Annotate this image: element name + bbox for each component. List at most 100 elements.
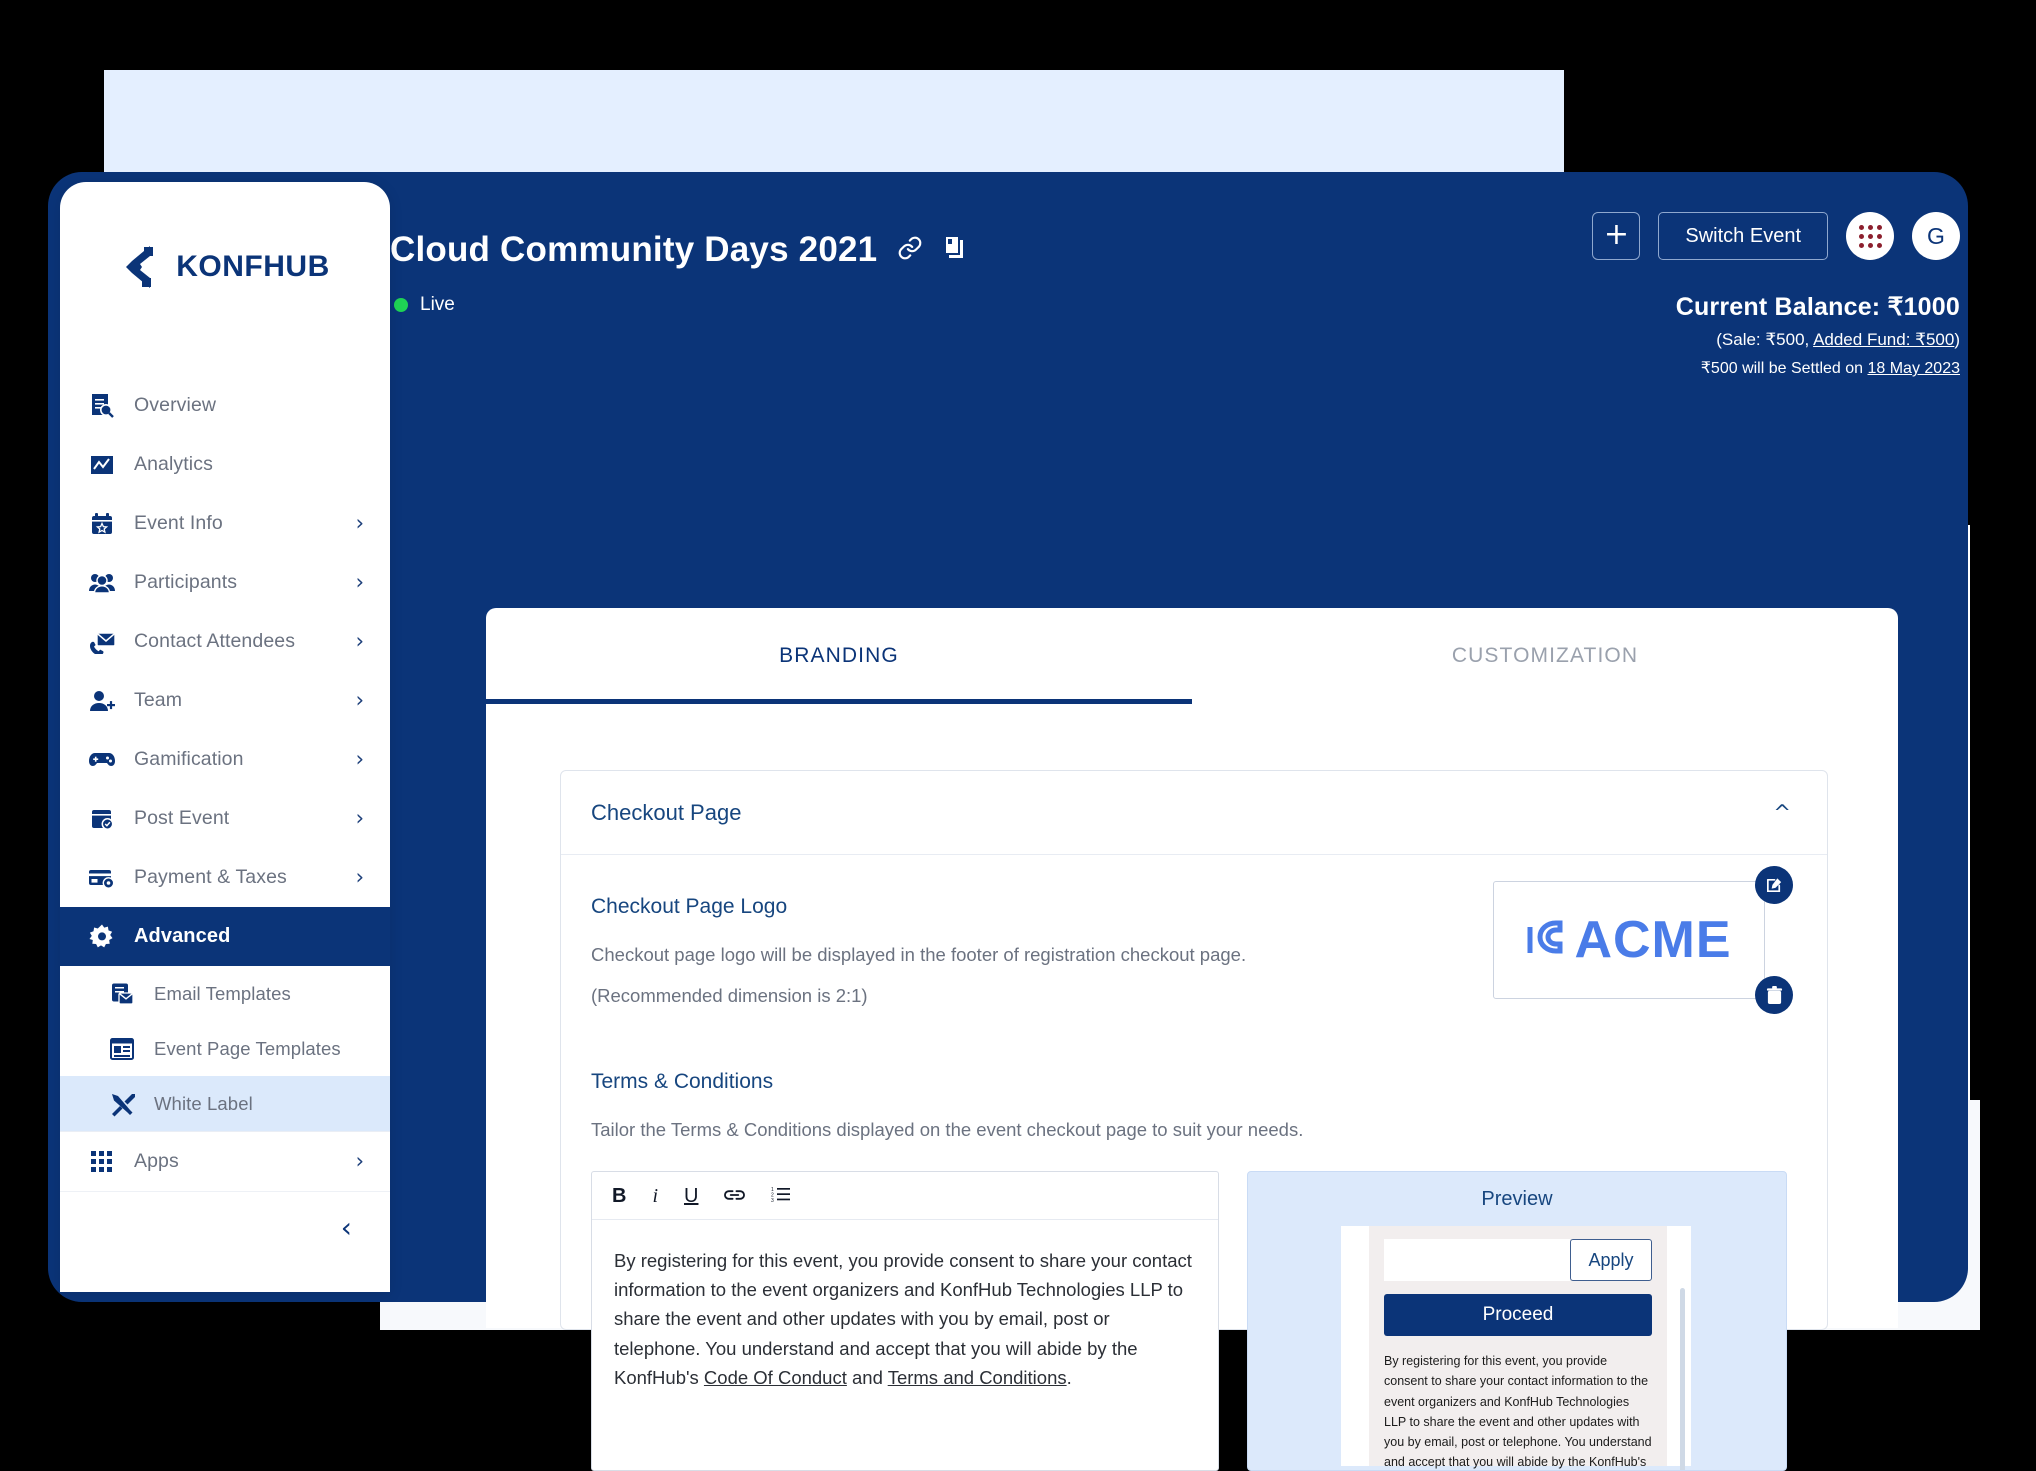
sidebar-collapse-row: ‹ (60, 1191, 390, 1263)
event-status: Live (394, 294, 455, 316)
sidebar-item-overview[interactable]: Overview (60, 376, 390, 435)
sidebar-item-event-page-templates[interactable]: Event Page Templates (60, 1021, 390, 1076)
sidebar-item-advanced[interactable]: Advanced (60, 907, 390, 966)
sidebar-item-participants[interactable]: Participants › (60, 553, 390, 612)
sidebar-item-white-label[interactable]: White Label (60, 1076, 390, 1131)
sidebar-item-analytics[interactable]: Analytics (60, 435, 390, 494)
underline-icon[interactable]: U (684, 1186, 698, 1206)
switch-event-button[interactable]: Switch Event (1658, 212, 1828, 260)
chevron-right-icon: › (355, 629, 364, 653)
settlement-date[interactable]: 18 May 2023 (1867, 360, 1960, 377)
terms-editor: B i U 1 2 3 By registering for this even… (591, 1171, 1219, 1471)
preview-title: Preview (1481, 1188, 1553, 1211)
sidebar-item-label: White Label (154, 1092, 253, 1114)
header-actions: + Switch Event G (1592, 212, 1960, 260)
checkout-logo-preview: ACME (1493, 881, 1765, 999)
status-badge: Live (420, 294, 455, 315)
user-add-icon (86, 686, 118, 716)
apps-grid-icon (1858, 224, 1882, 248)
panel-title: Checkout Page (591, 799, 742, 825)
link-icon[interactable] (897, 235, 923, 266)
sidebar-item-payment-taxes[interactable]: Payment & Taxes › (60, 848, 390, 907)
settlement-info: ₹500 will be Settled on 18 May 2023 (1676, 358, 1960, 378)
sidebar-item-post-event[interactable]: Post Event › (60, 789, 390, 848)
plus-icon: + (1603, 217, 1629, 252)
terms-editor-body[interactable]: By registering for this event, you provi… (592, 1220, 1218, 1392)
tab-branding[interactable]: BRANDING (486, 608, 1192, 704)
bold-icon[interactable]: B (612, 1186, 626, 1206)
link-icon[interactable] (724, 1186, 746, 1206)
edit-logo-button[interactable] (1755, 866, 1793, 904)
terms-and-conditions-link[interactable]: Terms and Conditions (888, 1367, 1067, 1388)
code-of-conduct-link[interactable]: Code Of Conduct (704, 1367, 847, 1388)
terms-editor-row: B i U 1 2 3 By registering for this even… (591, 1171, 1791, 1471)
preview-scrollbar[interactable] (1680, 1288, 1685, 1471)
switch-event-label: Switch Event (1685, 224, 1801, 247)
acme-logo-text: ACME (1574, 911, 1732, 969)
sidebar-item-email-templates[interactable]: Email Templates (60, 966, 390, 1021)
sidebar-item-contact-attendees[interactable]: Contact Attendees › (60, 612, 390, 671)
terms-body-part3: . (1066, 1366, 1072, 1388)
settlement-prefix: ₹500 will be Settled on (1700, 360, 1868, 377)
sidebar: KONFHUB Overview Analytics Event Info › … (60, 182, 390, 1292)
sidebar-item-gamification[interactable]: Gamification › (60, 730, 390, 789)
tab-bar: BRANDING CUSTOMIZATION (486, 608, 1898, 704)
sidebar-item-label: Contact Attendees (134, 630, 296, 652)
coupon-input[interactable] (1384, 1239, 1570, 1282)
apply-coupon-button[interactable]: Apply (1570, 1239, 1652, 1282)
chevron-right-icon: › (355, 1149, 364, 1173)
editor-toolbar: B i U 1 2 3 (592, 1172, 1218, 1221)
delete-logo-button[interactable] (1755, 976, 1793, 1014)
add-event-button[interactable]: + (1592, 212, 1641, 260)
people-icon (86, 568, 118, 598)
gamepad-icon (86, 745, 118, 775)
chevron-right-icon: › (355, 747, 364, 771)
copy-icon[interactable] (943, 234, 967, 266)
calendar-star-icon (86, 509, 118, 539)
event-title-row: Cloud Community Days 2021 (390, 230, 967, 270)
chevron-right-icon: › (355, 570, 364, 594)
added-fund-link[interactable]: Added Fund: ₹500 (1813, 330, 1954, 349)
sidebar-item-event-info[interactable]: Event Info › (60, 494, 390, 553)
svg-text:3: 3 (771, 1198, 774, 1202)
sidebar-item-apps[interactable]: Apps › (60, 1132, 390, 1191)
tab-customization[interactable]: CUSTOMIZATION (1192, 608, 1898, 704)
terms-title: Terms & Conditions (591, 1070, 774, 1094)
panel-body: Checkout Page Logo Checkout page logo wi… (561, 855, 1827, 1471)
chevron-right-icon: › (355, 865, 364, 889)
tab-label: CUSTOMIZATION (1451, 644, 1639, 667)
sidebar-item-label: Payment & Taxes (134, 866, 287, 888)
status-dot-icon (394, 298, 408, 312)
sidebar-item-label: Participants (134, 571, 238, 593)
tools-icon (106, 1089, 138, 1119)
chevron-right-icon: › (355, 511, 364, 535)
email-template-icon (106, 979, 138, 1009)
sidebar-nav: Overview Analytics Event Info › Particip… (60, 352, 390, 1263)
avatar[interactable]: G (1912, 212, 1960, 260)
apps-grid-button[interactable] (1846, 212, 1894, 260)
apply-label: Apply (1588, 1249, 1634, 1270)
brand-logo[interactable]: KONFHUB (60, 182, 390, 352)
sidebar-item-label: Event Page Templates (154, 1037, 341, 1059)
sidebar-item-label: Advanced (134, 925, 231, 947)
panel-header[interactable]: Checkout Page ^ (561, 771, 1827, 855)
balance-breakdown: (Sale: ₹500, Added Fund: ₹500) (1676, 330, 1960, 350)
ordered-list-icon[interactable]: 1 2 3 (771, 1186, 791, 1206)
sidebar-item-label: Event Info (134, 512, 223, 534)
avatar-letter: G (1927, 222, 1945, 249)
sidebar-item-team[interactable]: Team › (60, 671, 390, 730)
terms-desc: Tailor the Terms & Conditions displayed … (591, 1119, 1304, 1141)
checkout-preview: Preview Apply Proceed By registering for… (1247, 1171, 1787, 1471)
terms-section: Terms & Conditions Tailor the Terms & Co… (591, 1070, 1791, 1471)
content-area: Checkout Page ^ Checkout Page Logo Check… (486, 704, 1898, 1471)
balance-block: Current Balance: ₹1000 (Sale: ₹500, Adde… (1676, 292, 1960, 378)
chevron-left-icon[interactable]: ‹ (341, 1213, 352, 1242)
proceed-button[interactable]: Proceed (1384, 1294, 1652, 1337)
mail-phone-icon (86, 627, 118, 657)
chevron-up-icon[interactable]: ^ (1773, 801, 1791, 825)
sidebar-item-label: Post Event (134, 807, 230, 829)
sidebar-item-label: Email Templates (154, 982, 291, 1004)
checkout-logo-preview-wrap: ACME (1493, 866, 1793, 1014)
italic-icon[interactable]: i (652, 1186, 658, 1206)
acme-mark-icon (1527, 920, 1563, 954)
